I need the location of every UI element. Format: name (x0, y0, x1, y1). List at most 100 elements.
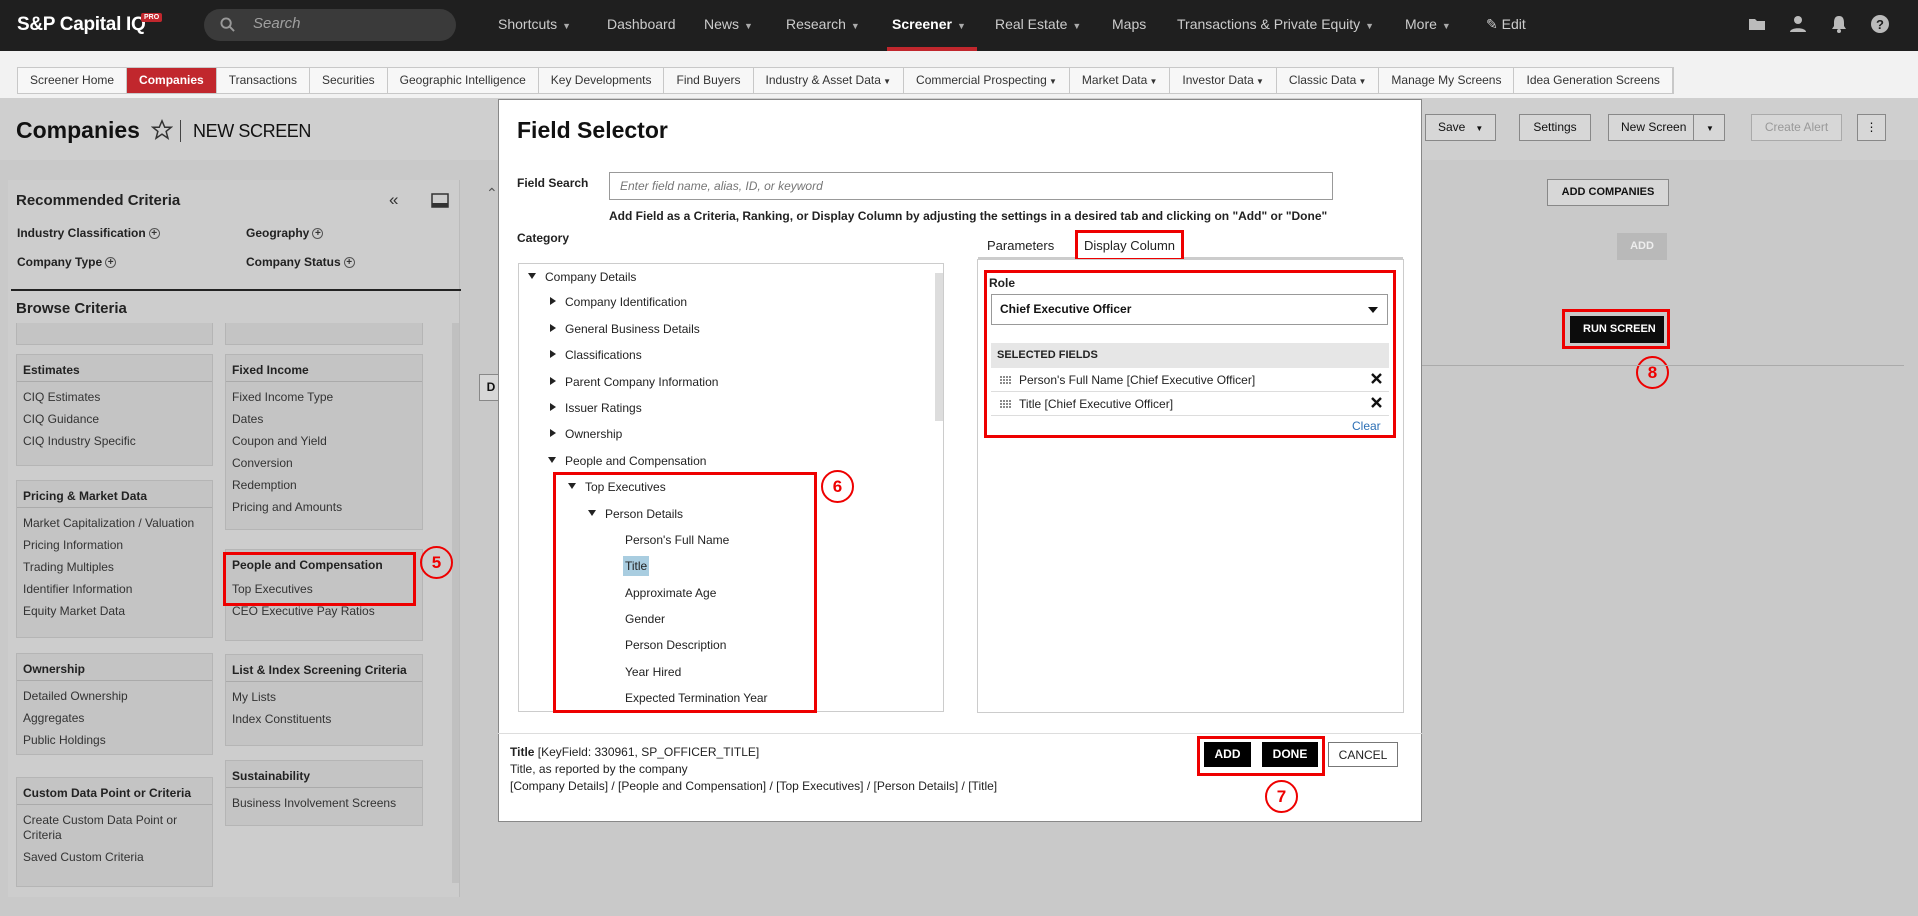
tree-node[interactable]: Company Identification (565, 295, 687, 309)
tree-node[interactable]: Ownership (565, 427, 622, 441)
add-button-disabled[interactable]: ADD (1617, 233, 1667, 260)
divider (1422, 365, 1904, 366)
tab-label: Industry & Asset Data (765, 73, 881, 87)
settings-button[interactable]: Settings (1519, 114, 1591, 141)
tab-commercial-prospecting[interactable]: Commercial Prospecting ▼ (904, 68, 1070, 93)
tree-node[interactable]: General Business Details (565, 322, 700, 336)
card-item[interactable]: Pricing and Amounts (226, 496, 422, 518)
card-item[interactable]: Detailed Ownership (17, 685, 212, 707)
nav-dashboard[interactable]: Dashboard (607, 16, 676, 32)
tab-transactions[interactable]: Transactions (217, 68, 310, 93)
tree-scrollbar[interactable] (935, 273, 943, 421)
field-search-input[interactable] (609, 172, 1333, 200)
nav-maps[interactable]: Maps (1112, 16, 1146, 32)
nav-more[interactable]: More ▼ (1405, 16, 1451, 32)
card-item[interactable]: Public Holdings (17, 729, 212, 751)
collapse-caret-icon[interactable] (550, 324, 556, 332)
card-item[interactable]: Dates (226, 408, 422, 430)
card-item[interactable]: Trading Multiples (17, 556, 212, 578)
expand-caret-icon[interactable] (548, 457, 556, 463)
tree-node-company-details[interactable]: Company Details (545, 270, 636, 284)
card-item[interactable]: CIQ Industry Specific (17, 430, 212, 452)
expand-caret-icon[interactable] (528, 273, 536, 279)
card-item[interactable]: Coupon and Yield (226, 430, 422, 452)
collapse-caret-icon[interactable] (550, 429, 556, 437)
global-search-box[interactable]: Search (204, 9, 456, 41)
criteria-geography[interactable]: Geography + (246, 226, 324, 240)
tree-node-people-compensation[interactable]: People and Compensation (565, 454, 706, 468)
nav-label: Real Estate (995, 16, 1068, 32)
nav-research[interactable]: Research ▼ (786, 16, 860, 32)
criteria-industry-classification[interactable]: Industry Classification + (17, 226, 160, 240)
panel-toggle-icon[interactable] (431, 193, 449, 208)
nav-news[interactable]: News ▼ (704, 16, 753, 32)
tab-companies[interactable]: Companies (127, 68, 217, 93)
tree-node[interactable]: Parent Company Information (565, 375, 718, 389)
nav-shortcuts[interactable]: Shortcuts ▼ (498, 16, 571, 32)
collapse-double-chevron-icon[interactable]: « (389, 190, 398, 210)
save-button[interactable]: Save ▼ (1425, 114, 1496, 141)
card-item[interactable]: CIQ Estimates (17, 386, 212, 408)
bell-icon[interactable] (1829, 14, 1849, 34)
help-icon[interactable]: ? (1870, 14, 1890, 34)
tab-investor-data[interactable]: Investor Data ▼ (1170, 68, 1277, 93)
card-item[interactable]: Pricing Information (17, 534, 212, 556)
tree-node[interactable]: Issuer Ratings (565, 401, 642, 415)
nav-label: Edit (1501, 16, 1526, 32)
app-logo[interactable]: S&P Capital IQ (17, 14, 146, 36)
collapse-caret-icon[interactable] (550, 350, 556, 358)
criteria-label: Geography (246, 226, 310, 240)
new-screen-dropdown[interactable]: ▼ (1693, 114, 1725, 141)
card-item[interactable]: Conversion (226, 452, 422, 474)
tab-key-developments[interactable]: Key Developments (539, 68, 665, 93)
tab-display-column[interactable]: Display Column (1075, 230, 1184, 261)
nav-real-estate[interactable]: Real Estate ▼ (995, 16, 1081, 32)
sidebar-scrollbar[interactable] (452, 323, 459, 883)
callout-8: 8 (1636, 356, 1669, 389)
collapse-caret-icon[interactable] (550, 297, 556, 305)
tree-node[interactable]: Classifications (565, 348, 642, 362)
tab-industry-asset-data[interactable]: Industry & Asset Data ▼ (754, 68, 905, 93)
nav-transactions-pe[interactable]: Transactions & Private Equity ▼ (1177, 16, 1374, 32)
tab-idea-generation-screens[interactable]: Idea Generation Screens (1514, 68, 1673, 93)
card-item[interactable]: Create Custom Data Point or Criteria (17, 809, 212, 846)
new-screen-button[interactable]: New Screen (1608, 114, 1695, 141)
collapse-caret-icon[interactable] (550, 377, 556, 385)
folder-icon[interactable] (1747, 14, 1767, 34)
card-item[interactable]: Business Involvement Screens (226, 792, 422, 814)
criteria-company-status[interactable]: Company Status + (246, 255, 355, 269)
tab-find-buyers[interactable]: Find Buyers (664, 68, 754, 93)
nav-screener[interactable]: Screener ▼ (892, 16, 966, 32)
tab-screener-home[interactable]: Screener Home (18, 68, 128, 93)
favorite-star-icon[interactable] (151, 119, 173, 141)
card-item[interactable]: Identifier Information (17, 578, 212, 600)
user-icon[interactable] (1788, 14, 1808, 34)
field-info-title: Title [KeyField: 330961, SP_OFFICER_TITL… (510, 744, 997, 761)
create-alert-button[interactable]: Create Alert (1751, 114, 1842, 141)
card-item[interactable]: Index Constituents (226, 708, 422, 730)
card-item[interactable]: Aggregates (17, 707, 212, 729)
card-item[interactable]: Equity Market Data (17, 600, 212, 622)
cancel-button[interactable]: CANCEL (1328, 742, 1398, 767)
nav-edit[interactable]: ✎ Edit (1486, 16, 1526, 33)
collapse-caret-icon[interactable] (550, 403, 556, 411)
tab-geographic-intelligence[interactable]: Geographic Intelligence (388, 68, 539, 93)
card-item[interactable]: Redemption (226, 474, 422, 496)
card-item[interactable]: CIQ Guidance (17, 408, 212, 430)
tab-classic-data[interactable]: Classic Data ▼ (1277, 68, 1380, 93)
collapse-chevron-icon[interactable]: ⌃ (486, 185, 498, 202)
card-item[interactable]: Saved Custom Criteria (17, 846, 212, 868)
tab-parameters[interactable]: Parameters (987, 238, 1054, 253)
card-ownership: Ownership Detailed Ownership Aggregates … (16, 653, 213, 755)
tab-securities[interactable]: Securities (310, 68, 388, 93)
add-companies-button[interactable]: ADD COMPANIES (1547, 179, 1669, 206)
card-item[interactable]: Market Capitalization / Valuation (17, 512, 212, 534)
card-item[interactable]: My Lists (226, 686, 422, 708)
tab-manage-my-screens[interactable]: Manage My Screens (1379, 68, 1515, 93)
tab-market-data[interactable]: Market Data ▼ (1070, 68, 1171, 93)
screen-name[interactable]: NEW SCREEN (180, 120, 311, 142)
criteria-company-type[interactable]: Company Type + (17, 255, 117, 269)
more-options-icon[interactable]: ⋮ (1857, 114, 1886, 141)
chevron-down-icon: ▼ (744, 21, 753, 31)
card-item[interactable]: Fixed Income Type (226, 386, 422, 408)
